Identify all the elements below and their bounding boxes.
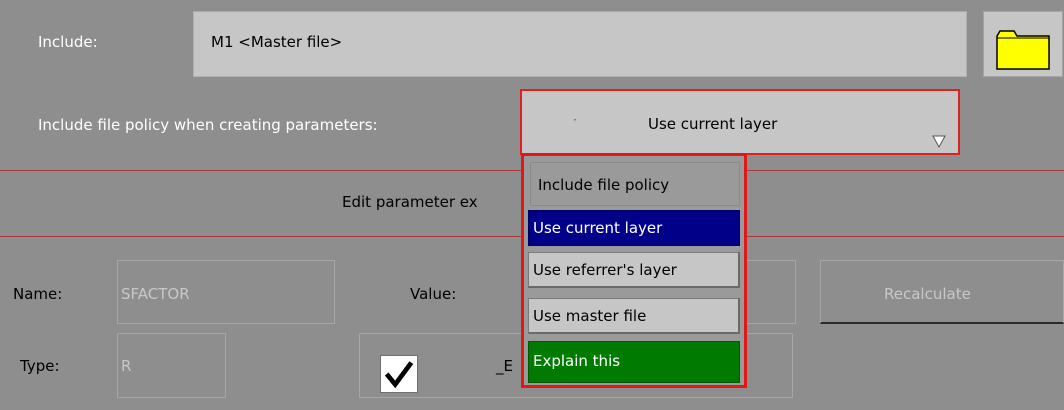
- menu-item-use-referrers-layer[interactable]: Use referrer's layer: [528, 252, 740, 288]
- name-label: Name:: [13, 285, 63, 303]
- folder-icon: [996, 30, 1050, 70]
- checkmark-icon: [384, 361, 414, 389]
- recalculate-label: Recalculate: [884, 285, 971, 303]
- type-value: R: [121, 357, 132, 375]
- include-value: M1 <Master file>: [211, 33, 343, 51]
- option-checkbox[interactable]: [380, 355, 418, 393]
- menu-item-explain-this[interactable]: Explain this: [528, 341, 740, 383]
- include-label: Include:: [38, 33, 98, 51]
- policy-selected-value: Use current layer: [648, 115, 778, 133]
- value-field[interactable]: [740, 260, 796, 324]
- type-label: Type:: [20, 357, 60, 375]
- dropdown-title: Include file policy: [538, 176, 670, 194]
- menu-item-use-master-file[interactable]: Use master file: [528, 298, 740, 334]
- policy-label: Include file policy when creating parame…: [38, 116, 378, 134]
- option-label: _E: [496, 357, 513, 375]
- value-label: Value:: [410, 285, 457, 303]
- section-title: Edit parameter ex: [342, 193, 478, 211]
- menu-item-use-current-layer[interactable]: Use current layer: [528, 210, 740, 246]
- dropdown-arrow-icon[interactable]: [932, 134, 946, 148]
- name-value: SFACTOR: [121, 285, 190, 303]
- policy-select-marker: ·: [573, 113, 577, 127]
- type-field[interactable]: [117, 333, 226, 398]
